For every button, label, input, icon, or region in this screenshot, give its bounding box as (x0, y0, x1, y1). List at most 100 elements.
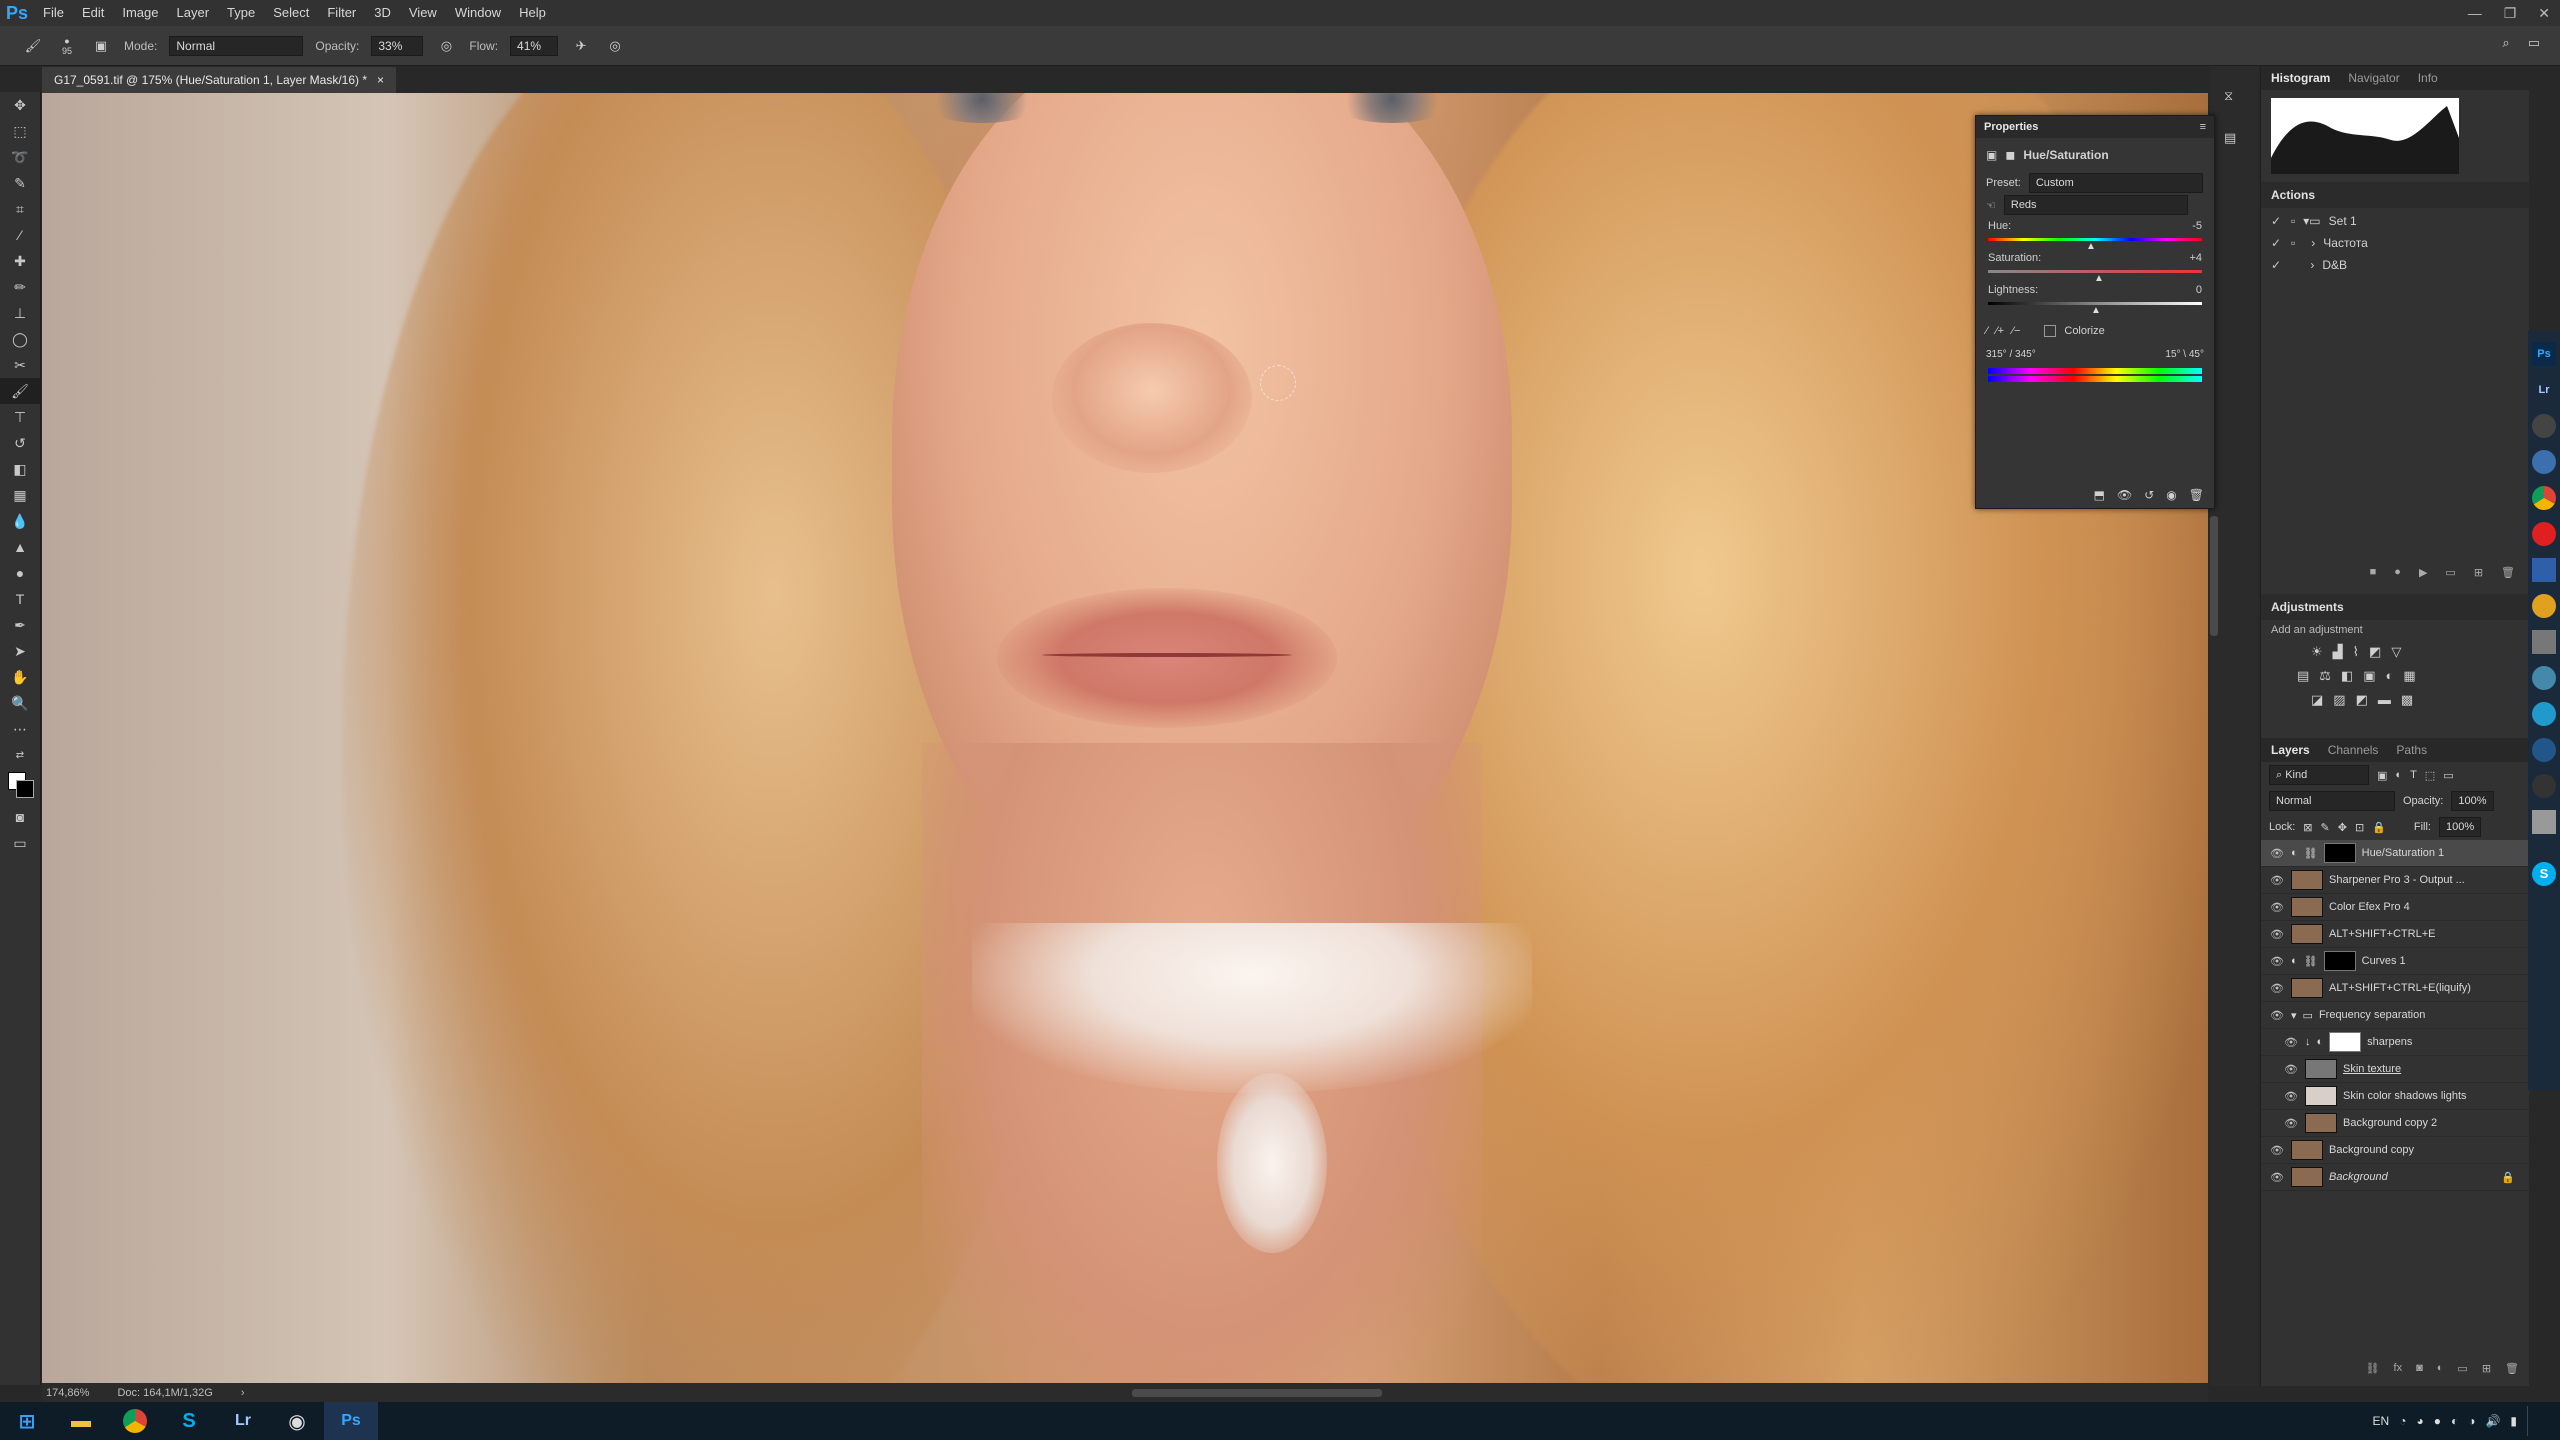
kind-filter[interactable]: ⌕ Kind (2269, 765, 2369, 785)
eyedropper-subtract-icon[interactable]: ⁄− (2012, 325, 2020, 337)
layer-name[interactable]: Background copy (2329, 1144, 2414, 1156)
eye-icon[interactable]: 👁 (2283, 1117, 2299, 1130)
eye-icon[interactable]: 👁 (2269, 928, 2285, 941)
layer-row[interactable]: 👁 ALT+SHIFT+CTRL+E (2261, 921, 2529, 948)
layer-row[interactable]: 👁 ◐ ⛓ Curves 1 (2261, 948, 2529, 975)
eye-icon[interactable]: 👁 (2269, 874, 2285, 887)
lasso-icon[interactable]: ➰ (0, 144, 40, 170)
visibility-icon[interactable]: ◉ (2166, 488, 2176, 502)
lock-all-icon[interactable]: 🔒 (2372, 821, 2386, 834)
layer-name[interactable]: Hue/Saturation 1 (2362, 847, 2445, 859)
menu-help[interactable]: Help (510, 0, 555, 26)
blend-mode-select[interactable]: Normal (2269, 791, 2395, 811)
filter-smart-icon[interactable]: ▭ (2443, 769, 2453, 782)
layer-opacity-field[interactable]: 100% (2451, 791, 2494, 811)
patch-icon[interactable]: ◯ (0, 326, 40, 352)
menu-3d[interactable]: 3D (365, 0, 400, 26)
eye-icon[interactable]: 👁 (2269, 1171, 2285, 1184)
new-layer-icon[interactable]: ⊞ (2482, 1362, 2491, 1386)
path-select-icon[interactable]: ➤ (0, 638, 40, 664)
layer-row[interactable]: 👁 ◐ ⛓ Hue/Saturation 1 (2261, 840, 2529, 867)
quick-mask-icon[interactable]: ◙ (0, 804, 40, 830)
flow-field[interactable]: 41% (510, 35, 559, 56)
app-dock-icon[interactable] (2532, 702, 2556, 726)
eye-icon[interactable]: 👁 (2283, 1090, 2299, 1103)
color-swatches[interactable] (0, 768, 40, 804)
layer-name[interactable]: ALT+SHIFT+CTRL+E(liquify) (2329, 982, 2471, 994)
crop-icon[interactable]: ⌗ (0, 196, 40, 222)
new-group-icon[interactable]: ▭ (2457, 1362, 2467, 1386)
play-icon[interactable]: ▶ (2419, 566, 2427, 590)
black-white-icon[interactable]: ◧ (2341, 668, 2353, 684)
skype-icon[interactable]: S (162, 1402, 216, 1440)
search-icon[interactable]: ⌕ (2502, 35, 2509, 51)
new-action-icon[interactable]: ⊞ (2474, 566, 2483, 590)
action-item[interactable]: ✓ ▫ › Частота (2269, 232, 2521, 254)
pen-icon[interactable]: ✒ (0, 612, 40, 638)
mode-select[interactable]: Normal (169, 35, 304, 56)
layer-row[interactable]: 👁 Background 🔒 (2261, 1164, 2529, 1191)
delete-action-icon[interactable]: 🗑 (2501, 566, 2515, 590)
hue-sat-icon[interactable]: ▤ (2297, 668, 2309, 684)
layer-name[interactable]: Background copy 2 (2343, 1117, 2437, 1129)
opacity-field[interactable]: 33% (371, 35, 424, 56)
quick-select-icon[interactable]: ✎ (0, 170, 40, 196)
channel-mixer-icon[interactable]: ◐ (2386, 668, 2394, 684)
status-arrow-icon[interactable]: › (241, 1387, 245, 1399)
delete-icon[interactable]: 🗑 (2189, 488, 2204, 502)
eye-icon[interactable]: 👁 (2269, 1144, 2285, 1157)
layer-name[interactable]: Frequency separation (2319, 1009, 2425, 1021)
menu-select[interactable]: Select (264, 0, 318, 26)
tab-info[interactable]: Info (2418, 71, 2438, 85)
swap-colors-icon[interactable]: ⇄ (0, 742, 40, 768)
lightness-thumb[interactable]: ▲ (2091, 305, 2214, 316)
reset-icon[interactable]: ↺ (2144, 488, 2154, 502)
filter-type-icon[interactable]: T (2410, 769, 2417, 781)
yandex-dock-icon[interactable] (2532, 522, 2556, 546)
airbrush-icon[interactable]: ✈ (570, 35, 592, 57)
layer-thumb[interactable] (2291, 1167, 2323, 1187)
hue-thumb[interactable]: ▲ (2086, 241, 2214, 252)
layer-name[interactable]: ALT+SHIFT+CTRL+E (2329, 928, 2435, 940)
check-icon[interactable]: ✓ (2269, 236, 2283, 250)
layer-row[interactable]: 👁 ALT+SHIFT+CTRL+E(liquify) (2261, 975, 2529, 1002)
layer-row[interactable]: 👁 Sharpener Pro 3 - Output ... (2261, 867, 2529, 894)
chrome-dock-icon[interactable] (2532, 486, 2556, 510)
menu-view[interactable]: View (400, 0, 446, 26)
filter-adjust-icon[interactable]: ◐ (2395, 769, 2402, 781)
delete-layer-icon[interactable]: 🗑 (2505, 1362, 2519, 1386)
menu-type[interactable]: Type (218, 0, 264, 26)
menu-file[interactable]: File (34, 0, 73, 26)
more-icon[interactable]: ⋯ (0, 716, 40, 742)
blur-icon[interactable]: 💧 (0, 508, 40, 534)
layer-row[interactable]: 👁 Skin color shadows lights (2261, 1083, 2529, 1110)
lr-dock-icon[interactable]: Lr (2532, 378, 2556, 402)
app-dock-icon[interactable] (2532, 558, 2556, 582)
tray-icon[interactable]: ◕ (2416, 1414, 2423, 1428)
view-previous-icon[interactable]: 👁 (2117, 488, 2132, 502)
volume-icon[interactable]: 🔊 (2485, 1414, 2500, 1428)
mask-icon[interactable]: ◼ (2005, 148, 2015, 162)
eyedropper-icon[interactable]: ⁄ (1986, 325, 1988, 337)
selective-color-icon[interactable]: ▩ (2401, 692, 2413, 708)
app-dock-icon[interactable] (2532, 810, 2556, 834)
color-range-bar-top[interactable] (1988, 368, 2202, 374)
close-icon[interactable]: ✕ (2538, 5, 2550, 22)
lock-transparent-icon[interactable]: ⊠ (2303, 821, 2312, 834)
eye-icon[interactable]: 👁 (2269, 982, 2285, 995)
layer-mask-thumb[interactable] (2323, 843, 2356, 863)
layer-name[interactable]: Curves 1 (2362, 955, 2406, 967)
skype-dock-icon[interactable]: S (2532, 862, 2556, 886)
layer-thumb[interactable] (2291, 897, 2323, 917)
link-layers-icon[interactable]: ⛓ (2366, 1362, 2380, 1386)
targeted-adjust-icon[interactable]: ☜ (1986, 199, 1996, 212)
horizontal-scrollbar[interactable] (1132, 1389, 1382, 1397)
clone-icon[interactable]: ⊤ (0, 404, 40, 430)
layer-thumb[interactable] (2291, 870, 2323, 890)
eye-icon[interactable]: 👁 (2269, 847, 2285, 860)
eye-icon[interactable]: 👁 (2283, 1063, 2299, 1076)
levels-icon[interactable]: ▟ (2333, 644, 2343, 660)
action-set-1[interactable]: ✓ ▫ ▾▭ Set 1 (2269, 210, 2521, 232)
layer-mask-thumb[interactable] (2323, 951, 2356, 971)
tray-icon[interactable]: ◑ (2468, 1414, 2475, 1428)
